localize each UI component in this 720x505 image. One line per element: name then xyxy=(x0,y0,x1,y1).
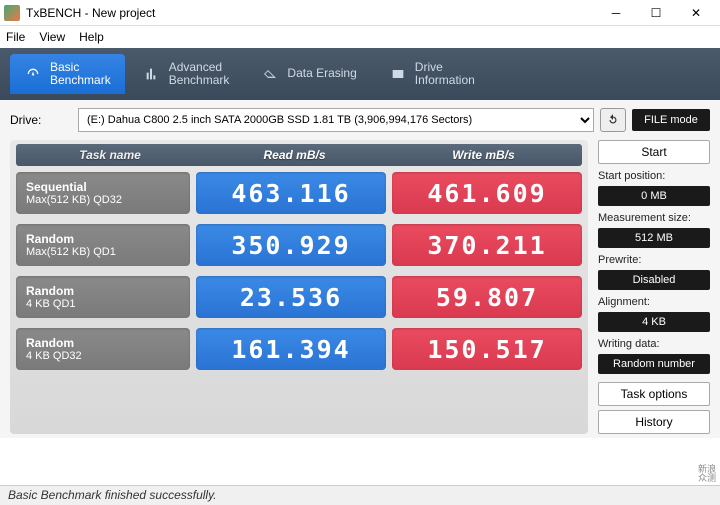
writing-data-value[interactable]: Random number xyxy=(598,354,710,374)
erase-icon xyxy=(261,65,279,83)
tab-label: Drive Information xyxy=(415,61,475,87)
table-row: Random4 KB QD1 23.536 59.807 xyxy=(16,276,582,318)
options-sidebar: Start Start position: 0 MB Measurement s… xyxy=(598,140,710,434)
tab-advanced-benchmark[interactable]: Advanced Benchmark xyxy=(129,54,244,94)
history-button[interactable]: History xyxy=(598,410,710,434)
menu-help[interactable]: Help xyxy=(79,30,104,44)
writing-data-label: Writing data: xyxy=(598,338,710,350)
alignment-label: Alignment: xyxy=(598,296,710,308)
test-name: Random4 KB QD32 xyxy=(16,328,190,370)
app-icon xyxy=(4,5,20,21)
measurement-size-label: Measurement size: xyxy=(598,212,710,224)
write-value: 461.609 xyxy=(392,172,582,214)
header-read: Read mB/s xyxy=(200,148,389,162)
tab-label: Basic Benchmark xyxy=(50,61,111,87)
task-options-button[interactable]: Task options xyxy=(598,382,710,406)
header-task: Task name xyxy=(20,148,200,162)
tab-drive-information[interactable]: Drive Information xyxy=(375,54,489,94)
prewrite-label: Prewrite: xyxy=(598,254,710,266)
status-bar: Basic Benchmark finished successfully. xyxy=(0,485,720,505)
tab-label: Data Erasing xyxy=(287,67,356,80)
file-mode-button[interactable]: FILE mode xyxy=(632,109,710,131)
drive-icon xyxy=(389,65,407,83)
table-row: Random4 KB QD32 161.394 150.517 xyxy=(16,328,582,370)
header-write: Write mB/s xyxy=(389,148,578,162)
read-value: 161.394 xyxy=(196,328,386,370)
start-position-label: Start position: xyxy=(598,170,710,182)
prewrite-value[interactable]: Disabled xyxy=(598,270,710,290)
read-value: 350.929 xyxy=(196,224,386,266)
window-title: TxBENCH - New project xyxy=(26,6,596,20)
tab-basic-benchmark[interactable]: Basic Benchmark xyxy=(10,54,125,94)
bar-chart-icon xyxy=(143,65,161,83)
write-value: 370.211 xyxy=(392,224,582,266)
read-value: 23.536 xyxy=(196,276,386,318)
main-tabs: Basic Benchmark Advanced Benchmark Data … xyxy=(0,48,720,100)
refresh-icon xyxy=(606,113,620,127)
refresh-button[interactable] xyxy=(600,108,626,132)
tab-data-erasing[interactable]: Data Erasing xyxy=(247,54,370,94)
minimize-button[interactable]: ─ xyxy=(596,2,636,24)
write-value: 150.517 xyxy=(392,328,582,370)
watermark: 新浪 众测 xyxy=(698,465,716,483)
menu-view[interactable]: View xyxy=(39,30,65,44)
alignment-value[interactable]: 4 KB xyxy=(598,312,710,332)
maximize-button[interactable]: ☐ xyxy=(636,2,676,24)
start-button[interactable]: Start xyxy=(598,140,710,164)
write-value: 59.807 xyxy=(392,276,582,318)
table-row: SequentialMax(512 KB) QD32 463.116 461.6… xyxy=(16,172,582,214)
test-name: SequentialMax(512 KB) QD32 xyxy=(16,172,190,214)
drive-select[interactable]: (E:) Dahua C800 2.5 inch SATA 2000GB SSD… xyxy=(78,108,594,132)
tab-label: Advanced Benchmark xyxy=(169,61,230,87)
measurement-size-value[interactable]: 512 MB xyxy=(598,228,710,248)
menu-file[interactable]: File xyxy=(6,30,25,44)
test-name: RandomMax(512 KB) QD1 xyxy=(16,224,190,266)
menu-bar: File View Help xyxy=(0,26,720,48)
drive-label: Drive: xyxy=(10,113,72,127)
benchmark-table: Task name Read mB/s Write mB/s Sequentia… xyxy=(10,140,588,434)
start-position-value[interactable]: 0 MB xyxy=(598,186,710,206)
table-row: RandomMax(512 KB) QD1 350.929 370.211 xyxy=(16,224,582,266)
title-bar: TxBENCH - New project ─ ☐ ✕ xyxy=(0,0,720,26)
close-button[interactable]: ✕ xyxy=(676,2,716,24)
test-name: Random4 KB QD1 xyxy=(16,276,190,318)
read-value: 463.116 xyxy=(196,172,386,214)
speedometer-icon xyxy=(24,65,42,83)
